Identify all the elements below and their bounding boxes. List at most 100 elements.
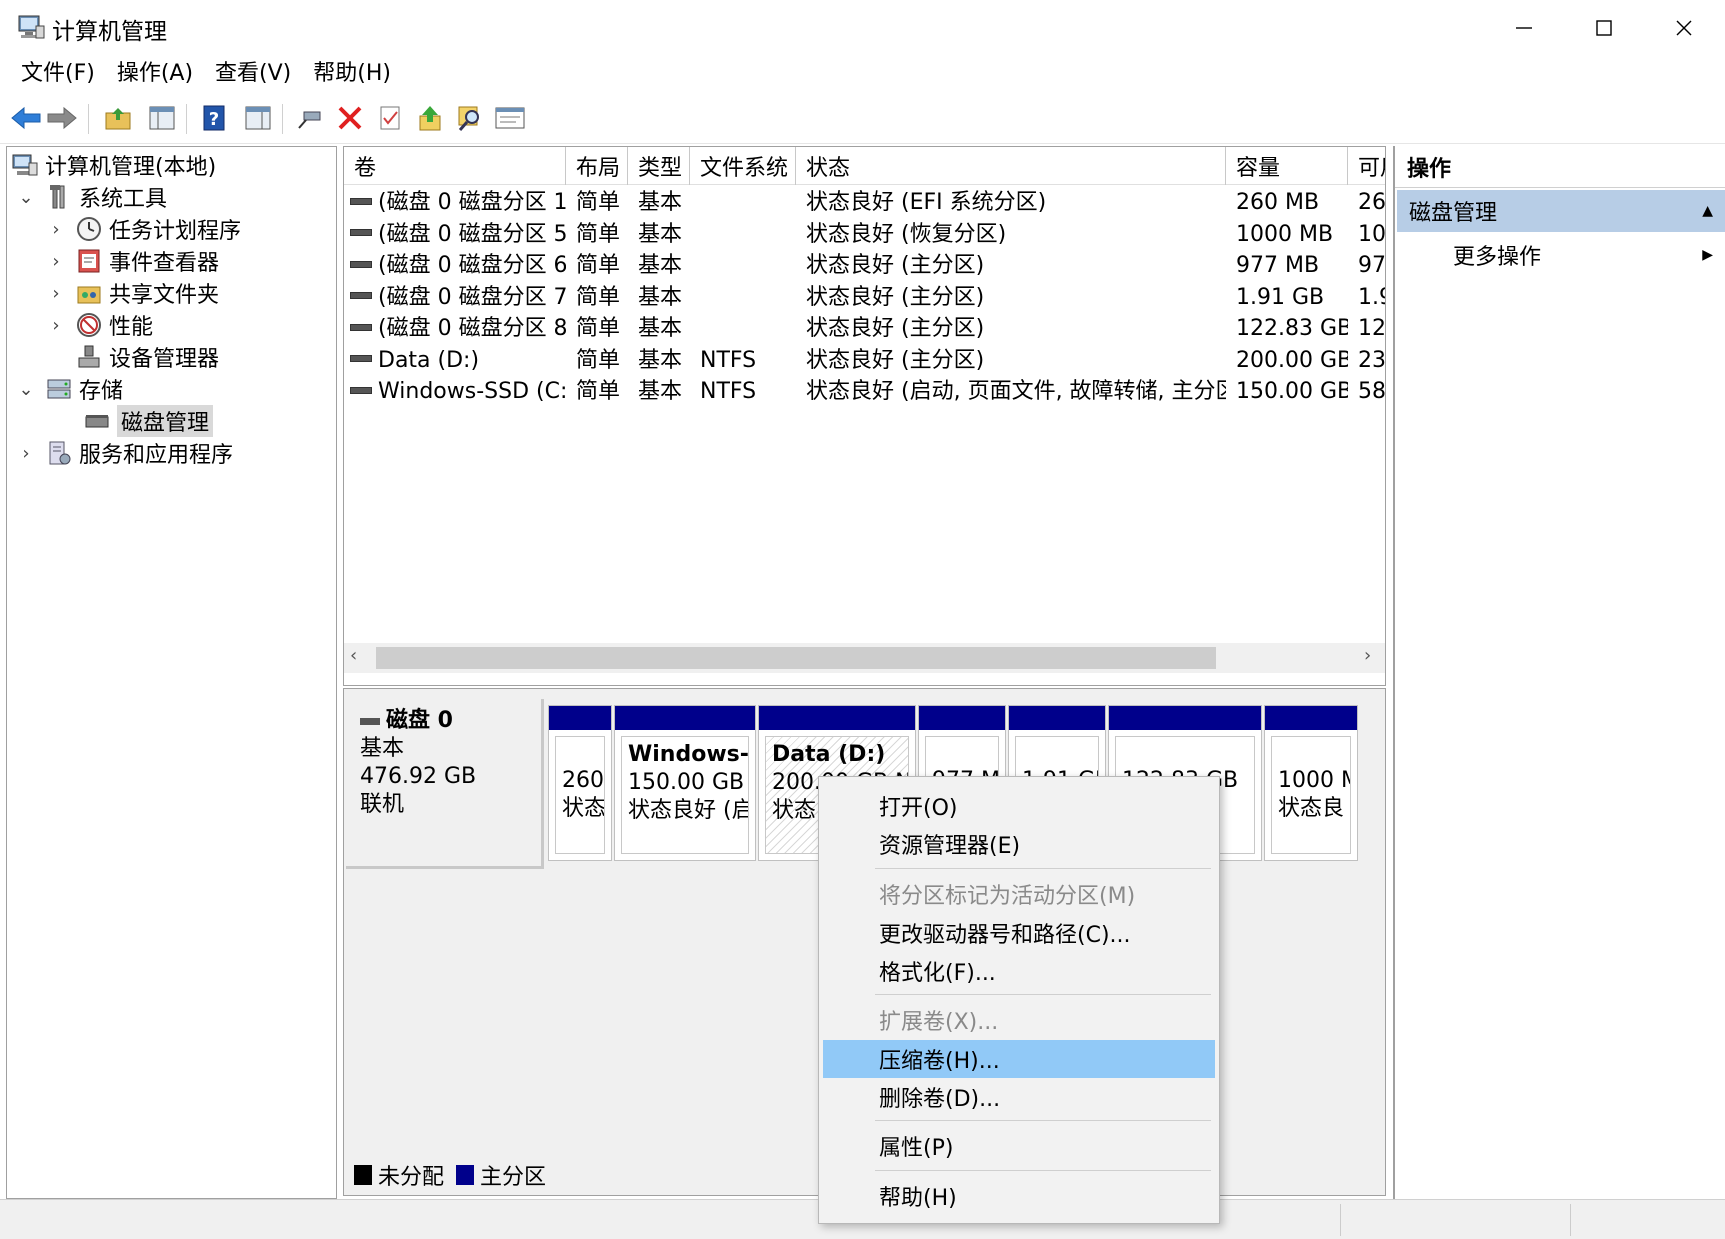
submenu-arrow-icon: ▶ xyxy=(1702,247,1713,263)
cell-type: 基本 xyxy=(638,190,683,215)
partition-status: 状态良好 (启动 xyxy=(628,798,748,823)
column-header-free[interactable]: 可用 xyxy=(1348,147,1385,185)
cell-type: 基本 xyxy=(638,347,683,373)
up-folder-button[interactable] xyxy=(100,100,136,136)
column-header-status[interactable]: 状态 xyxy=(796,147,1226,185)
cell-capacity: 200.00 GB xyxy=(1236,347,1348,373)
volume-name: Windows-SSD (C:) xyxy=(378,379,566,404)
menu-bar: 文件(F) 操作(A) 查看(V) 帮助(H) xyxy=(0,56,1725,94)
scroll-right-icon[interactable]: › xyxy=(1364,645,1371,666)
cell-free: 1.9 xyxy=(1358,284,1385,310)
cell-free: 12 xyxy=(1358,316,1386,341)
collapsed-chevron-icon[interactable]: › xyxy=(45,251,67,272)
volume-name: (磁盘 0 磁盘分区 6) xyxy=(378,253,566,278)
minimize-icon xyxy=(1516,27,1532,29)
cell-type: 基本 xyxy=(638,221,683,247)
check-button[interactable] xyxy=(372,100,408,136)
partition-1[interactable]: 260 | 状态| xyxy=(548,705,612,861)
menu-item-delete[interactable]: 删除卷(D)... xyxy=(823,1078,1215,1116)
column-header-type[interactable]: 类型 xyxy=(628,147,690,185)
table-row[interactable]: (磁盘 0 磁盘分区 8) 简单 基本 状态良好 (主分区) 122.83 GB 12 xyxy=(344,313,1386,344)
back-button[interactable] xyxy=(8,100,44,136)
menu-item-format[interactable]: 格式化(F)... xyxy=(823,952,1215,990)
table-row[interactable]: Data (D:) 简单 基本 NTFS 状态良好 (主分区) 200.00 GB 23 xyxy=(344,345,1385,376)
actions-section-disk-management[interactable]: 磁盘管理 ▲ xyxy=(1397,190,1725,232)
table-row[interactable]: Windows-SSD (C:) 简单 基本 NTFS 状态良好 (启动, 页面文件, … xyxy=(344,376,1385,407)
cell-filesystem: NTFS xyxy=(700,379,757,404)
disk-type: 基本 xyxy=(360,736,405,761)
partition-band xyxy=(615,706,755,730)
collapse-up-icon[interactable]: ▲ xyxy=(1702,203,1713,219)
close-button[interactable] xyxy=(1644,0,1724,56)
delete-button[interactable] xyxy=(332,100,368,136)
table-row[interactable]: (磁盘 0 磁盘分区 6) 简单 基本 状态良好 (主分区) 977 MB 97 xyxy=(344,250,1385,281)
partition-5[interactable]: 1000 M 状态良 xyxy=(1264,705,1358,861)
properties-button[interactable] xyxy=(492,100,528,136)
scroll-left-icon[interactable]: ‹ xyxy=(350,645,357,666)
forward-button[interactable] xyxy=(44,100,80,136)
show-hide-action-button[interactable] xyxy=(240,100,276,136)
up-folder-icon xyxy=(105,108,131,130)
tree-item-task-scheduler[interactable]: › 任务计划程序 xyxy=(45,213,241,245)
show-hide-tree-button[interactable] xyxy=(144,100,180,136)
column-header-volume[interactable]: 卷 xyxy=(344,147,566,185)
menu-item-properties[interactable]: 属性(P) xyxy=(823,1127,1215,1165)
menu-view[interactable]: 查看(V) xyxy=(204,56,302,94)
menu-item-shrink[interactable]: 压缩卷(H)... xyxy=(823,1040,1215,1078)
tree-item-device-manager[interactable]: 设备管理器 xyxy=(67,341,219,373)
menu-item-explorer[interactable]: 资源管理器(E) xyxy=(823,825,1215,863)
menu-item-help[interactable]: 帮助(H) xyxy=(823,1177,1215,1215)
cell-capacity: 1000 MB xyxy=(1236,221,1334,247)
column-header-layout[interactable]: 布局 xyxy=(566,147,628,185)
tree-item-shared-folders[interactable]: › 共享文件夹 xyxy=(45,277,219,309)
toolbar: ? xyxy=(0,94,1725,144)
search-button[interactable] xyxy=(452,100,488,136)
collapsed-chevron-icon[interactable]: › xyxy=(15,443,37,464)
tree-label: 系统工具 xyxy=(79,187,168,212)
partition-band xyxy=(759,706,915,730)
table-row[interactable]: (磁盘 0 磁盘分区 5) 简单 基本 状态良好 (恢复分区) 1000 MB 10 xyxy=(344,219,1385,250)
horizontal-scrollbar[interactable]: ‹ › xyxy=(344,643,1385,673)
help-button[interactable]: ? xyxy=(196,100,232,136)
disk-name: 磁盘 0 xyxy=(386,708,453,733)
collapsed-chevron-icon[interactable]: › xyxy=(45,219,67,240)
tree-item-storage[interactable]: ⌄ 存储 xyxy=(15,373,123,405)
connect-button[interactable] xyxy=(292,100,328,136)
tree-item-performance[interactable]: › 性能 xyxy=(45,309,153,341)
partition-windows-ssd[interactable]: Windows-SS 150.00 GB N 状态良好 (启动 xyxy=(614,705,756,861)
more-actions-item[interactable]: 更多操作 ▶ xyxy=(1397,236,1725,274)
collapsed-chevron-icon[interactable]: › xyxy=(45,315,67,336)
title-bar: 计算机管理 xyxy=(0,0,1725,56)
scrollbar-thumb[interactable] xyxy=(376,647,1216,669)
column-header-capacity[interactable]: 容量 xyxy=(1226,147,1348,185)
disk-info[interactable]: 磁盘 0 基本 476.92 GB 联机 xyxy=(346,699,544,869)
expanded-chevron-icon[interactable]: ⌄ xyxy=(15,187,37,208)
cell-filesystem xyxy=(690,250,796,281)
menu-item-change-drive-letter[interactable]: 更改驱动器号和路径(C)... xyxy=(823,914,1215,952)
menu-action[interactable]: 操作(A) xyxy=(106,56,204,94)
partition-band xyxy=(1009,706,1105,730)
primary-swatch xyxy=(456,1165,475,1185)
cell-type: 基本 xyxy=(638,316,683,341)
cell-status: 状态良好 (主分区) xyxy=(806,284,985,310)
maximize-button[interactable] xyxy=(1564,0,1644,56)
collapsed-chevron-icon[interactable]: › xyxy=(45,283,67,304)
table-row[interactable]: (磁盘 0 磁盘分区 1) 简单 基本 状态良好 (EFI 系统分区) 260 MB 26 xyxy=(344,187,1386,218)
cell-free: 26 xyxy=(1358,190,1386,215)
table-row[interactable]: (磁盘 0 磁盘分区 7) 简单基本 状态良好 (主分区) 1.91 GB 1.9 xyxy=(344,282,1385,313)
minimize-button[interactable] xyxy=(1484,0,1564,56)
tree-item-disk-management[interactable]: 磁盘管理 xyxy=(75,405,214,437)
cell-status: 状态良好 (主分区) xyxy=(806,253,985,278)
menu-file[interactable]: 文件(F) xyxy=(10,56,106,94)
menu-item-open[interactable]: 打开(O) xyxy=(823,787,1215,825)
tree-item-event-viewer[interactable]: › 事件查看器 xyxy=(45,245,219,277)
tree-label: 事件查看器 xyxy=(109,251,220,276)
tree-item-services-apps[interactable]: › 服务和应用程序 xyxy=(15,437,233,469)
expanded-chevron-icon[interactable]: ⌄ xyxy=(15,379,37,400)
menu-help[interactable]: 帮助(H) xyxy=(302,56,402,94)
up-button[interactable] xyxy=(412,100,448,136)
tree-item-computer-management[interactable]: 计算机管理(本地) xyxy=(11,149,216,181)
column-header-filesystem[interactable]: 文件系统 xyxy=(690,147,796,185)
partition-band xyxy=(919,706,1005,730)
tree-item-system-tools[interactable]: ⌄ 系统工具 xyxy=(15,181,167,213)
